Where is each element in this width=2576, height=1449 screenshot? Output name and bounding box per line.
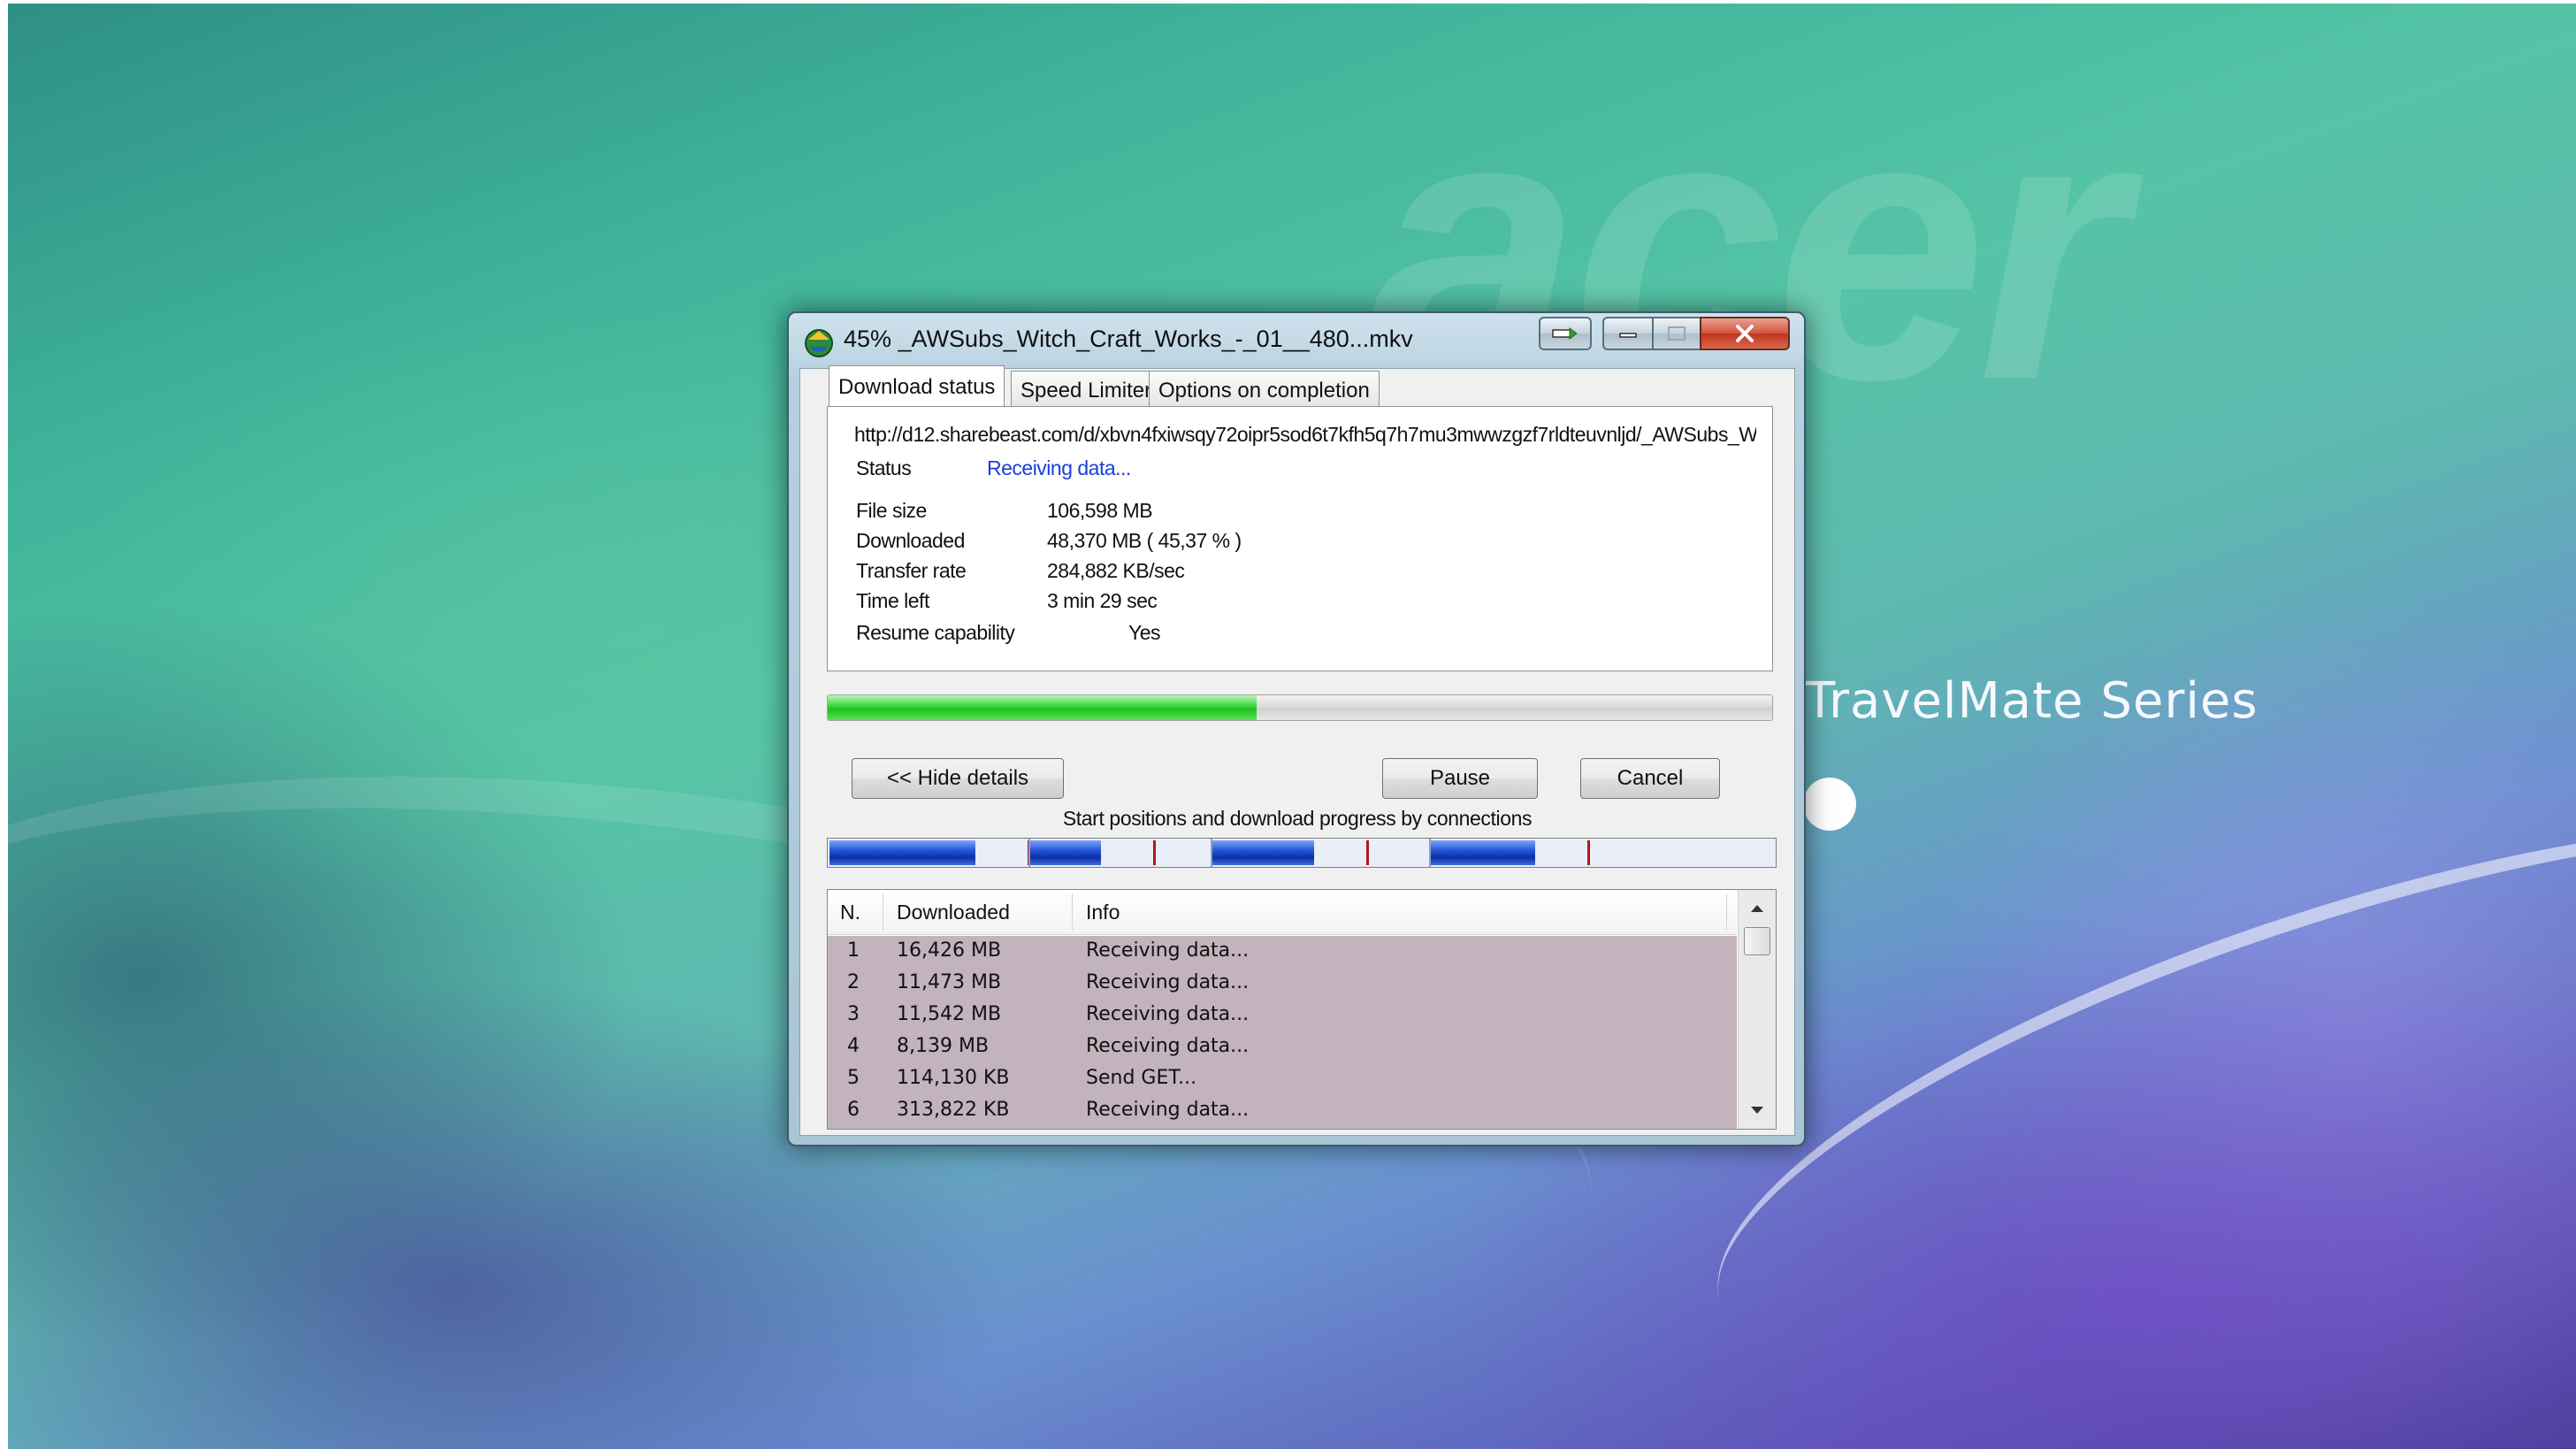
scroll-up-arrow-icon[interactable] [1742,893,1772,924]
brand-dot [1803,778,1856,831]
connection-position-marker [1366,840,1369,865]
window-client-area: Download status Speed Limiter Options on… [799,365,1795,1136]
connection-progress-segment [1212,840,1314,865]
row-info: Receiving data... [1086,939,1250,962]
series-text: TravelMate Series [1805,672,2259,730]
row-downloaded: 11,473 MB [897,971,1002,993]
title-bar[interactable]: 45% _AWSubs_Witch_Craft_Works_-_01__480.… [789,313,1804,366]
minimize-icon [1619,333,1637,338]
pause-button[interactable]: Pause [1382,758,1538,799]
table-header: N. Downloaded Info [828,890,1737,935]
row-number: 2 [847,971,860,993]
row-downloaded: 16,426 MB [897,939,1002,962]
download-window: 45% _AWSubs_Witch_Craft_Works_-_01__480.… [787,311,1806,1146]
scroll-thumb[interactable] [1744,927,1770,955]
file-size-label: File size [856,499,927,522]
idm-globe-icon [805,329,833,357]
time-left-label: Time left [856,589,929,612]
row-number: 3 [847,1003,860,1025]
hide-details-button[interactable]: << Hide details [852,758,1064,799]
download-status-panel: http://d12.sharebeast.com/d/xbvn4fxiwsqy… [827,406,1773,671]
resume-capability-value: Yes [1128,621,1161,644]
cancel-button[interactable]: Cancel [1580,758,1720,799]
maximize-icon [1668,326,1685,341]
tray-arrow-icon [1552,327,1578,340]
connections-caption: Start positions and download progress by… [1062,807,1533,830]
tab-download-status[interactable]: Download status [829,365,1005,406]
download-progress-fill [828,695,1257,720]
table-row[interactable]: 3 11,542 MB Receiving data... [828,1000,1737,1031]
downloaded-value: 48,370 MB ( 45,37 % ) [1047,529,1242,552]
table-row[interactable]: 1 16,426 MB Receiving data... [828,936,1737,968]
column-divider[interactable] [1072,893,1073,931]
connections-rows: 1 16,426 MB Receiving data... 2 11,473 M… [828,936,1737,1129]
connections-table: N. Downloaded Info 1 16,426 MB Receiving… [827,889,1777,1130]
row-number: 5 [847,1067,860,1089]
row-info: Receiving data... [1086,971,1250,993]
table-row[interactable]: 4 8,139 MB Receiving data... [828,1031,1737,1063]
close-button[interactable] [1700,317,1790,350]
row-info: Receiving data... [1086,1035,1250,1057]
downloaded-label: Downloaded [856,529,965,552]
table-row[interactable]: 5 114,130 KB Send GET... [828,1063,1737,1095]
column-header-downloaded[interactable]: Downloaded [897,901,1010,924]
connection-position-marker [1587,840,1590,865]
minimize-to-tray-button[interactable] [1539,317,1592,350]
scroll-down-arrow-icon[interactable] [1742,1095,1772,1125]
connection-progress-segment [829,840,975,865]
row-info: Receiving data... [1086,1099,1250,1121]
close-icon [1736,325,1754,342]
transfer-rate-value: 284,882 KB/sec [1047,559,1185,582]
row-number: 4 [847,1035,860,1057]
tab-options-on-completion[interactable]: Options on completion [1149,371,1380,406]
transfer-rate-label: Transfer rate [856,559,967,582]
row-info: Send GET... [1086,1067,1197,1089]
row-info: Receiving data... [1086,1003,1250,1025]
row-downloaded: 11,542 MB [897,1003,1002,1025]
maximize-button[interactable] [1652,317,1701,350]
connections-progress-bar [827,838,1777,868]
connection-position-marker [1153,840,1156,865]
vertical-scrollbar[interactable] [1738,890,1776,1129]
download-url: http://d12.sharebeast.com/d/xbvn4fxiwsqy… [854,423,1756,446]
window-title: 45% _AWSubs_Witch_Craft_Works_-_01__480.… [844,326,1413,352]
column-divider[interactable] [1726,893,1727,931]
tab-speed-limiter[interactable]: Speed Limiter [1011,371,1162,406]
table-row[interactable]: 2 11,473 MB Receiving data... [828,968,1737,1000]
connection-progress-segment [1431,840,1535,865]
column-header-info[interactable]: Info [1086,901,1120,924]
status-label: Status [856,456,912,479]
row-number: 1 [847,939,860,962]
row-downloaded: 313,822 KB [897,1099,1010,1121]
row-downloaded: 114,130 KB [897,1067,1010,1089]
row-number: 6 [847,1099,860,1121]
time-left-value: 3 min 29 sec [1047,589,1158,612]
file-size-value: 106,598 MB [1047,499,1153,522]
row-downloaded: 8,139 MB [897,1035,990,1057]
download-progress-bar [827,694,1773,721]
table-row[interactable]: 6 313,822 KB Receiving data... [828,1095,1737,1127]
minimize-button[interactable] [1602,317,1654,350]
column-header-n[interactable]: N. [840,901,860,924]
connection-progress-segment [1030,840,1101,865]
resume-capability-label: Resume capability [856,621,1015,644]
status-value: Receiving data... [987,456,1131,479]
